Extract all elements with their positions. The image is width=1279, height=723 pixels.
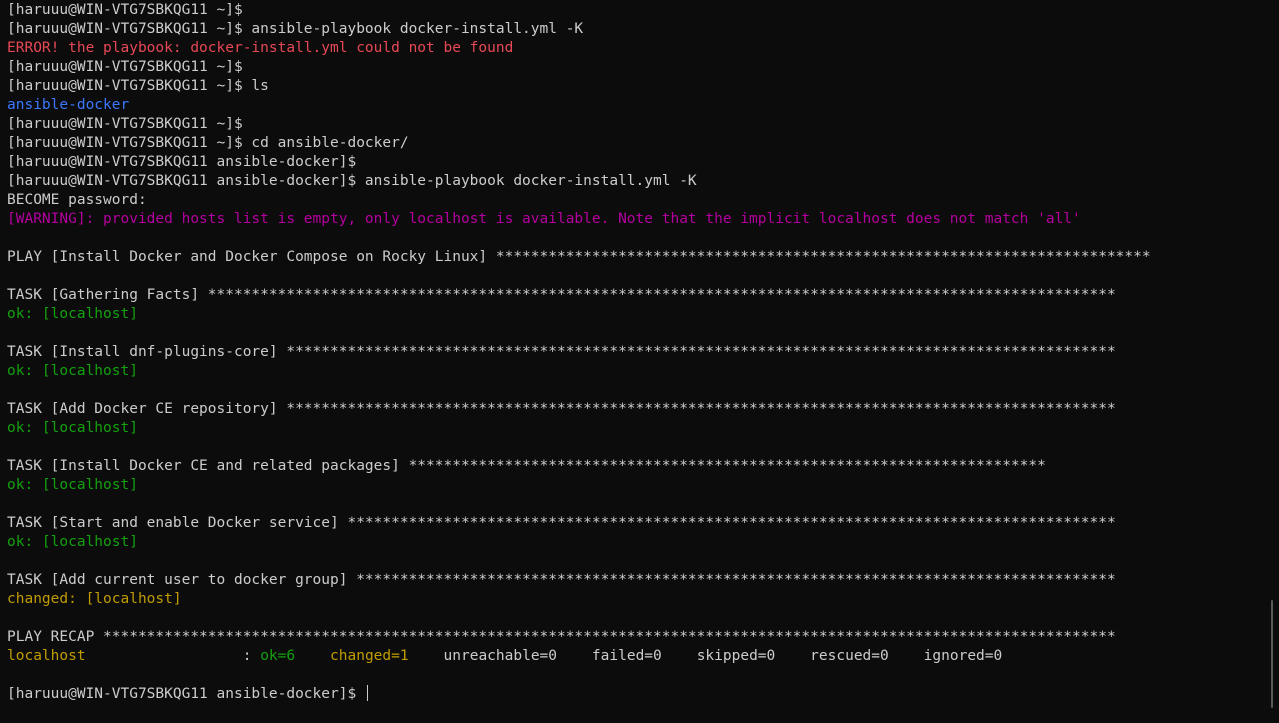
- terminal-text: [haruuu@WIN-VTG7SBKQG11 ~]$ ls: [7, 78, 269, 94]
- terminal-line: TASK [Install dnf-plugins-core] ********…: [7, 343, 1279, 362]
- terminal-window[interactable]: [haruuu@WIN-VTG7SBKQG11 ~]$ [haruuu@WIN-V…: [0, 0, 1279, 723]
- terminal-line: [haruuu@WIN-VTG7SBKQG11 ansible-docker]$: [7, 153, 1279, 172]
- terminal-text: [haruuu@WIN-VTG7SBKQG11 ~]$: [7, 59, 243, 75]
- text-cursor: [366, 685, 368, 701]
- terminal-line: [haruuu@WIN-VTG7SBKQG11 ~]$: [7, 1, 1279, 20]
- terminal-output: [haruuu@WIN-VTG7SBKQG11 ~]$ [haruuu@WIN-V…: [7, 1, 1279, 704]
- terminal-text: [WARNING]: provided hosts list is empty,…: [7, 211, 1081, 227]
- terminal-text: PLAY RECAP *****************************…: [7, 629, 1116, 645]
- terminal-text: [haruuu@WIN-VTG7SBKQG11 ansible-docker]$: [7, 154, 357, 170]
- terminal-text: TASK [Install dnf-plugins-core] ********…: [7, 344, 1116, 360]
- terminal-text: :: [85, 648, 261, 664]
- terminal-text: BECOME password:: [7, 192, 147, 208]
- terminal-line: [WARNING]: provided hosts list is empty,…: [7, 210, 1279, 229]
- terminal-line: ansible-docker: [7, 96, 1279, 115]
- terminal-text: ok: [localhost]: [7, 534, 138, 550]
- terminal-line: PLAY [Install Docker and Docker Compose …: [7, 248, 1279, 267]
- terminal-line: [haruuu@WIN-VTG7SBKQG11 ~]$ cd ansible-d…: [7, 134, 1279, 153]
- terminal-text: unreachable=0 failed=0 skipped=0 rescued…: [408, 648, 1003, 664]
- terminal-text: TASK [Install Docker CE and related pack…: [7, 458, 1046, 474]
- terminal-text: [haruuu@WIN-VTG7SBKQG11 ~]$ ansible-play…: [7, 21, 584, 37]
- terminal-line: BECOME password:: [7, 191, 1279, 210]
- terminal-text: [haruuu@WIN-VTG7SBKQG11 ansible-docker]$: [7, 686, 365, 702]
- terminal-line: TASK [Gathering Facts] *****************…: [7, 286, 1279, 305]
- terminal-line: localhost : ok=6 changed=1 unreachable=0…: [7, 647, 1279, 666]
- terminal-text: PLAY [Install Docker and Docker Compose …: [7, 249, 1151, 265]
- terminal-text: localhost: [7, 648, 86, 664]
- terminal-line: ok: [localhost]: [7, 476, 1279, 495]
- terminal-text: [haruuu@WIN-VTG7SBKQG11 ~]$ cd ansible-d…: [7, 135, 409, 151]
- terminal-text: changed=1: [330, 648, 409, 664]
- terminal-text: TASK [Add Docker CE repository] ********…: [7, 401, 1116, 417]
- terminal-text: TASK [Start and enable Docker service] *…: [7, 515, 1116, 531]
- terminal-line: TASK [Install Docker CE and related pack…: [7, 457, 1279, 476]
- terminal-line: TASK [Add Docker CE repository] ********…: [7, 400, 1279, 419]
- terminal-line: changed: [localhost]: [7, 590, 1279, 609]
- terminal-line: [haruuu@WIN-VTG7SBKQG11 ansible-docker]$: [7, 685, 1279, 704]
- terminal-text: ok: [localhost]: [7, 363, 138, 379]
- terminal-text: ok=6: [260, 648, 296, 664]
- terminal-line: ERROR! the playbook: docker-install.yml …: [7, 39, 1279, 58]
- terminal-text: [haruuu@WIN-VTG7SBKQG11 ansible-docker]$…: [7, 173, 697, 189]
- terminal-text: ok: [localhost]: [7, 477, 138, 493]
- terminal-text: [haruuu@WIN-VTG7SBKQG11 ~]$: [7, 116, 243, 132]
- terminal-line: TASK [Start and enable Docker service] *…: [7, 514, 1279, 533]
- scrollbar-thumb[interactable]: [1271, 600, 1273, 708]
- terminal-line: TASK [Add current user to docker group] …: [7, 571, 1279, 590]
- terminal-text: ansible-docker: [7, 97, 130, 113]
- terminal-text: TASK [Add current user to docker group] …: [7, 572, 1116, 588]
- terminal-line: [haruuu@WIN-VTG7SBKQG11 ansible-docker]$…: [7, 172, 1279, 191]
- terminal-text: changed: [localhost]: [7, 591, 182, 607]
- terminal-line: ok: [localhost]: [7, 305, 1279, 324]
- terminal-line: ok: [localhost]: [7, 419, 1279, 438]
- terminal-line: ok: [localhost]: [7, 533, 1279, 552]
- terminal-text: ok: [localhost]: [7, 306, 138, 322]
- terminal-line: [haruuu@WIN-VTG7SBKQG11 ~]$ ansible-play…: [7, 20, 1279, 39]
- terminal-text: TASK [Gathering Facts] *****************…: [7, 287, 1116, 303]
- terminal-line: ok: [localhost]: [7, 362, 1279, 381]
- terminal-line: [haruuu@WIN-VTG7SBKQG11 ~]$ ls: [7, 77, 1279, 96]
- terminal-text: [haruuu@WIN-VTG7SBKQG11 ~]$: [7, 2, 243, 18]
- terminal-text: ERROR! the playbook: docker-install.yml …: [7, 40, 514, 56]
- terminal-line: [haruuu@WIN-VTG7SBKQG11 ~]$: [7, 58, 1279, 77]
- terminal-line: [haruuu@WIN-VTG7SBKQG11 ~]$: [7, 115, 1279, 134]
- terminal-line: PLAY RECAP *****************************…: [7, 628, 1279, 647]
- terminal-text: ok: [localhost]: [7, 420, 138, 436]
